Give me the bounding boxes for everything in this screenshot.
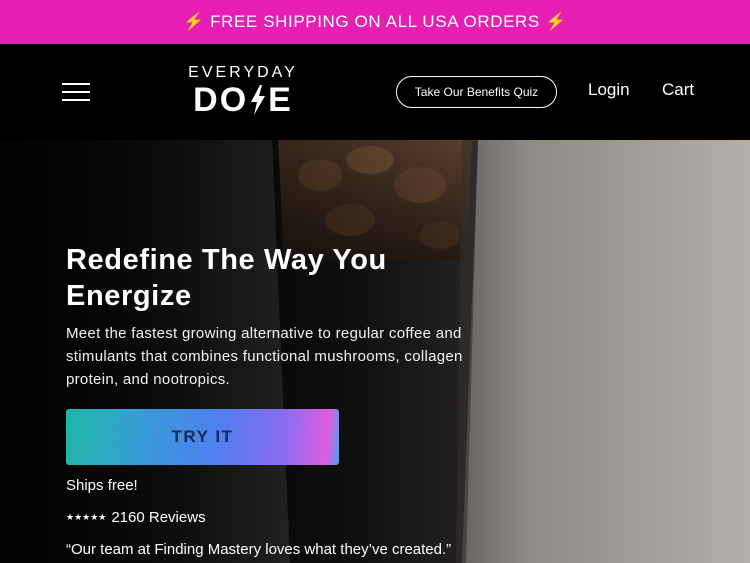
everyday-dose-logo[interactable]: EVERYDAY DO E bbox=[188, 64, 298, 120]
logo-top-text: EVERYDAY bbox=[188, 64, 298, 81]
announcement-text: ⚡ FREE SHIPPING ON ALL USA ORDERS ⚡ bbox=[183, 12, 567, 31]
site-header: EVERYDAY DO E Take Our Benefits Quiz Log… bbox=[0, 44, 750, 140]
hero-title: Redefine The Way You Energize bbox=[66, 244, 387, 312]
star-rating-icon: ★★★★★ bbox=[66, 512, 107, 522]
logo-bottom-text: DO E bbox=[193, 81, 293, 119]
login-link[interactable]: Login bbox=[588, 80, 630, 100]
lightning-bolt-icon bbox=[251, 85, 266, 115]
benefits-quiz-button[interactable]: Take Our Benefits Quiz bbox=[396, 76, 557, 108]
hamburger-menu-icon[interactable] bbox=[62, 83, 90, 101]
hero-subtitle: Meet the fastest growing alternative to … bbox=[66, 325, 463, 388]
cart-link[interactable]: Cart bbox=[662, 80, 694, 100]
testimonial-quote: “Our team at Finding Mastery loves what … bbox=[66, 541, 452, 558]
try-it-button[interactable]: TRY IT bbox=[66, 409, 339, 465]
announcement-bar: ⚡ FREE SHIPPING ON ALL USA ORDERS ⚡ bbox=[0, 0, 750, 44]
reviews-row[interactable]: ★★★★★ 2160 Reviews bbox=[66, 509, 206, 526]
reviews-count: 2160 Reviews bbox=[111, 509, 206, 526]
ships-free-note: Ships free! bbox=[66, 477, 138, 494]
hero-section: Redefine The Way You Energize Meet the f… bbox=[0, 140, 750, 563]
